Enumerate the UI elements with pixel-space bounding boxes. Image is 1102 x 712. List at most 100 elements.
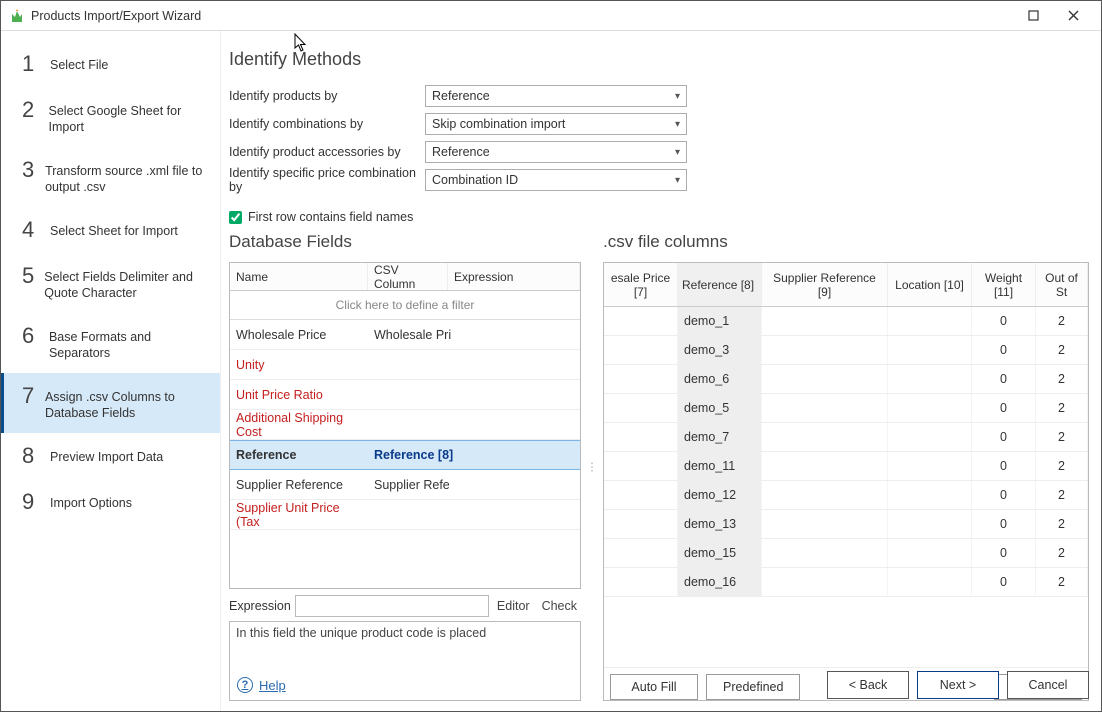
csv-cell-location [888,423,972,451]
db-col-expr[interactable]: Expression [448,263,580,290]
csv-cell-saleprice [604,365,678,393]
step-number: 3 [22,159,35,181]
chevron-down-icon: ▾ [675,175,680,186]
csv-row[interactable]: demo_6 0 2 [604,365,1088,394]
db-fields-grid[interactable]: Name CSV Column Expression Click here to… [229,262,581,589]
step-label: Import Options [50,491,132,511]
db-field-row[interactable]: Unity [230,350,580,380]
identify-select[interactable]: Reference ▾ [425,85,687,107]
csv-cell-location [888,394,972,422]
csv-column-header[interactable]: Out of St [1036,263,1088,306]
csv-row[interactable]: demo_13 0 2 [604,510,1088,539]
chevron-down-icon: ▾ [675,91,680,102]
step-label: Select File [50,53,108,73]
identify-select[interactable]: Reference ▾ [425,141,687,163]
csv-cell-saleprice [604,452,678,480]
csv-cell-location [888,336,972,364]
csv-cell-location [888,365,972,393]
step-number: 7 [22,385,35,407]
csv-row[interactable]: demo_1 0 2 [604,307,1088,336]
select-value: Skip combination import [432,117,565,131]
wizard-step-9[interactable]: 9 Import Options [1,479,220,525]
db-field-row[interactable]: Additional Shipping Cost [230,410,580,440]
csv-column-header[interactable]: Weight [11] [972,263,1036,306]
maximize-button[interactable] [1013,2,1053,30]
csv-row[interactable]: demo_15 0 2 [604,539,1088,568]
db-field-csvcol: Wholesale Pri [368,328,486,342]
db-field-name: Reference [230,448,368,462]
wizard-steps-sidebar: 1 Select File2 Select Google Sheet for I… [1,31,221,711]
select-value: Reference [432,89,490,103]
csv-column-header[interactable]: Reference [8] [678,263,762,306]
csv-cell-reference: demo_11 [678,452,762,480]
step-label: Select Google Sheet for Import [49,99,206,135]
check-button[interactable]: Check [538,599,581,613]
db-field-row[interactable]: Wholesale Price Wholesale Pri [230,320,580,350]
csv-row[interactable]: demo_11 0 2 [604,452,1088,481]
step-label: Assign .csv Columns to Database Fields [45,385,206,421]
csv-row[interactable]: demo_12 0 2 [604,481,1088,510]
csv-cell-outofstock: 2 [1036,510,1088,538]
csv-cell-supref [762,481,888,509]
csv-cell-supref [762,452,888,480]
wizard-step-2[interactable]: 2 Select Google Sheet for Import [1,87,220,147]
wizard-step-1[interactable]: 1 Select File [1,41,220,87]
csv-cell-supref [762,336,888,364]
csv-column-header[interactable]: Location [10] [888,263,972,306]
csv-column-header[interactable]: esale Price [7] [604,263,678,306]
step-label: Preview Import Data [50,445,163,465]
csv-cell-weight: 0 [972,365,1036,393]
first-row-label[interactable]: First row contains field names [248,210,413,224]
csv-cell-outofstock: 2 [1036,568,1088,596]
wizard-step-3[interactable]: 3 Transform source .xml file to output .… [1,147,220,207]
db-col-csv[interactable]: CSV Column [368,263,448,290]
csv-row[interactable]: demo_3 0 2 [604,336,1088,365]
wizard-step-4[interactable]: 4 Select Sheet for Import [1,207,220,253]
identify-label: Identify products by [229,89,425,103]
identify-select[interactable]: Combination ID ▾ [425,169,687,191]
identify-select[interactable]: Skip combination import ▾ [425,113,687,135]
csv-row[interactable]: demo_7 0 2 [604,423,1088,452]
csv-cell-outofstock: 2 [1036,423,1088,451]
wizard-step-5[interactable]: 5 Select Fields Delimiter and Quote Char… [1,253,220,313]
csv-cell-outofstock: 2 [1036,452,1088,480]
csv-row[interactable]: demo_16 0 2 [604,568,1088,597]
csv-row[interactable]: demo_5 0 2 [604,394,1088,423]
csv-cell-supref [762,539,888,567]
editor-button[interactable]: Editor [493,599,534,613]
select-value: Reference [432,145,490,159]
db-filter-row[interactable]: Click here to define a filter [230,291,580,320]
identify-label: Identify combinations by [229,117,425,131]
csv-cell-weight: 0 [972,423,1036,451]
back-button[interactable]: < Back [827,671,909,699]
db-field-row[interactable]: Unit Price Ratio [230,380,580,410]
wizard-step-7[interactable]: 7 Assign .csv Columns to Database Fields [1,373,220,433]
csv-cell-weight: 0 [972,510,1036,538]
csv-cell-supref [762,365,888,393]
close-button[interactable] [1053,2,1093,30]
help-link[interactable]: ? Help [237,677,286,693]
csv-cell-saleprice [604,510,678,538]
splitter[interactable] [589,232,595,701]
db-field-row[interactable]: Supplier Unit Price (Tax [230,500,580,530]
db-field-csvcol: Reference [8] [368,448,486,462]
next-button[interactable]: Next > [917,671,999,699]
window-title: Products Import/Export Wizard [31,9,1013,23]
step-label: Select Fields Delimiter and Quote Charac… [44,265,206,301]
wizard-step-8[interactable]: 8 Preview Import Data [1,433,220,479]
help-icon: ? [237,677,253,693]
csv-column-header[interactable]: Supplier Reference [9] [762,263,888,306]
db-field-row[interactable]: Supplier Reference Supplier Refe [230,470,580,500]
csv-cell-saleprice [604,307,678,335]
step-label: Select Sheet for Import [50,219,178,239]
csv-grid[interactable]: esale Price [7]Reference [8]Supplier Ref… [603,262,1089,701]
first-row-checkbox[interactable] [229,211,242,224]
csv-cell-reference: demo_6 [678,365,762,393]
csv-cell-reference: demo_16 [678,568,762,596]
db-col-name[interactable]: Name [230,263,368,290]
db-field-row[interactable]: Reference Reference [8] [230,440,580,470]
cancel-button[interactable]: Cancel [1007,671,1089,699]
wizard-step-6[interactable]: 6 Base Formats and Separators [1,313,220,373]
step-number: 2 [22,99,39,121]
expression-input[interactable] [295,595,489,617]
